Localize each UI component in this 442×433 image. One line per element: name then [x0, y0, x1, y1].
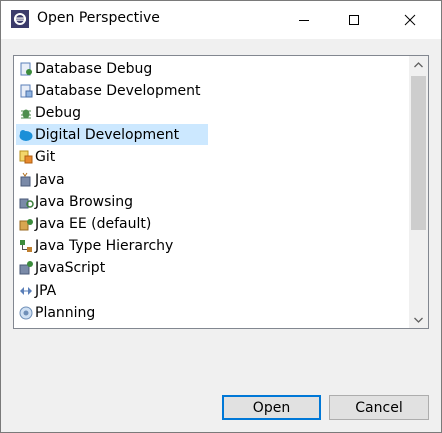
list-item-java-type-hierarchy[interactable]: Java Type Hierarchy	[16, 235, 210, 256]
list-item-java-ee[interactable]: Java EE (default)	[16, 213, 210, 234]
list-item-jpa[interactable]: JPA	[16, 280, 210, 301]
java-icon	[20, 172, 31, 186]
list-item-database-debug[interactable]: Database Debug	[16, 58, 210, 79]
list-item-label: Java Browsing	[35, 193, 134, 210]
chevron-up-icon	[414, 61, 423, 67]
git-icon	[19, 150, 33, 163]
java-type-hierarchy-icon	[20, 239, 32, 252]
list-item-label: Planning	[35, 304, 96, 321]
minimize-button[interactable]	[281, 1, 327, 39]
javascript-icon	[19, 260, 33, 274]
list-item-label: JPA	[35, 282, 57, 299]
maximize-icon	[349, 15, 359, 25]
list-item-label: Database Development	[35, 82, 201, 99]
list-item-label: Java EE (default)	[35, 215, 152, 232]
close-button[interactable]	[387, 1, 433, 39]
list-item-git[interactable]: Git	[16, 146, 210, 167]
list-item-java-browsing[interactable]: Java Browsing	[16, 191, 210, 212]
debug-bug-icon	[21, 109, 31, 118]
perspective-list[interactable]: Database Debug Database Development Debu…	[13, 55, 429, 329]
open-perspective-dialog: Open Perspective Database Debug Database…	[0, 0, 442, 433]
list-item-digital-development[interactable]: Digital Development	[16, 124, 208, 145]
list-item-label: Debug	[35, 104, 82, 121]
list-item-label: Java	[35, 171, 65, 188]
list-item-planning[interactable]: Planning	[16, 302, 210, 323]
close-icon	[404, 14, 416, 26]
eclipse-app-icon	[11, 10, 29, 28]
minimize-icon	[299, 20, 309, 21]
list-item-javascript[interactable]: JavaScript	[16, 257, 210, 278]
maximize-button[interactable]	[331, 1, 377, 39]
cancel-button[interactable]: Cancel	[329, 395, 429, 420]
scroll-up-button[interactable]	[409, 56, 428, 73]
java-ee-icon	[19, 218, 33, 230]
list-item-label: Java Type Hierarchy	[35, 237, 174, 254]
database-debug-icon	[20, 62, 32, 75]
list-item-database-development[interactable]: Database Development	[16, 80, 210, 101]
scroll-down-button[interactable]	[409, 311, 428, 328]
planning-icon	[19, 306, 33, 319]
java-browsing-icon	[19, 198, 34, 208]
list-item-java[interactable]: Java	[16, 169, 210, 190]
digital-development-icon	[19, 129, 33, 141]
list-item-debug[interactable]: Debug	[16, 102, 210, 123]
open-button[interactable]: Open	[222, 395, 321, 420]
chevron-down-icon	[414, 317, 423, 323]
list-item-label: JavaScript	[35, 259, 106, 276]
database-development-icon	[20, 84, 33, 97]
title-bar: Open Perspective	[1, 1, 441, 39]
scrollbar-thumb[interactable]	[411, 76, 426, 230]
vertical-scrollbar[interactable]	[409, 56, 428, 328]
list-item-label: Database Debug	[35, 60, 153, 77]
list-item-label: Digital Development	[35, 126, 180, 143]
window-title: Open Perspective	[37, 10, 160, 26]
jpa-icon	[20, 286, 32, 295]
list-item-label: Git	[35, 148, 56, 165]
